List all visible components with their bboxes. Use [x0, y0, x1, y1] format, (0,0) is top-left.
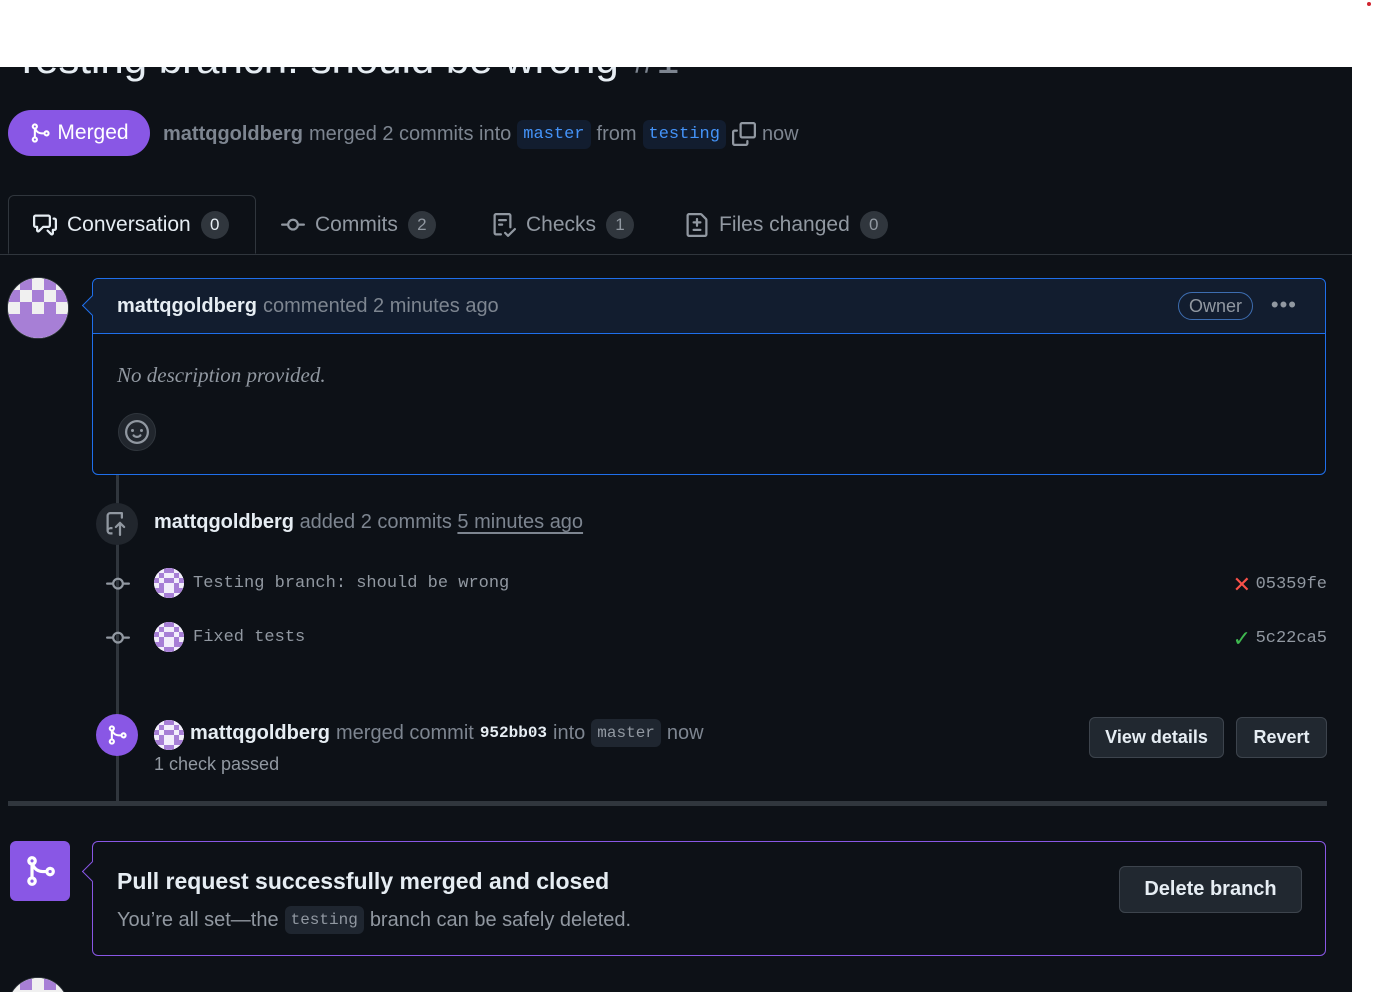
view-details-button[interactable]: View details — [1089, 717, 1224, 758]
check-icon[interactable]: ✓ — [1233, 626, 1251, 652]
tab-conversation-label: Conversation — [67, 212, 191, 236]
subtitle-prefix: You’re all set—the — [117, 908, 279, 931]
push-action: added 2 commits — [299, 511, 452, 533]
comment-header: mattqgoldberg commented 2 minutes ago — [93, 279, 1325, 334]
pr-action-text: merged 2 commits into — [309, 122, 512, 145]
head-branch[interactable]: testing — [642, 119, 726, 149]
checklist-icon — [493, 212, 516, 237]
tab-checks-label: Checks — [526, 212, 597, 236]
merge-icon — [108, 725, 127, 745]
avatar[interactable] — [154, 720, 184, 750]
tab-commits-count: 2 — [407, 210, 436, 239]
base-branch[interactable]: master — [517, 119, 591, 149]
tab-checks[interactable]: Checks 1 — [492, 195, 635, 254]
merge-target-branch[interactable]: master — [591, 719, 661, 747]
pr-title: Testing branch: should be wrong #1 — [14, 67, 679, 85]
avatar[interactable] — [154, 568, 184, 598]
pr-title-text: Testing branch: should be wrong — [14, 67, 619, 82]
push-time-link[interactable]: 5 minutes ago — [457, 511, 583, 533]
merge-sha-link[interactable]: 952bb03 — [480, 724, 547, 742]
list-item: Testing branch: should be wrong ✕ 05359f… — [100, 568, 1327, 600]
tab-checks-count: 1 — [606, 210, 635, 239]
merged-label: Merged — [57, 121, 129, 144]
merge-status-subtitle: You’re all set—the testing branch can be… — [117, 906, 631, 934]
owner-badge: Owner — [1177, 292, 1253, 320]
commit-message-link[interactable]: Fixed tests — [193, 628, 305, 647]
pr-author-link[interactable]: mattqgoldberg — [163, 123, 303, 146]
subtitle-suffix: branch can be safely deleted. — [369, 908, 632, 931]
tab-commits-label: Commits — [315, 212, 398, 236]
delete-branch-button[interactable]: Delete branch — [1119, 866, 1302, 913]
add-reaction-button[interactable] — [118, 413, 156, 451]
merge-into-text: into — [553, 721, 586, 744]
merge-status-box: Pull request successfully merged and clo… — [81, 841, 1326, 956]
commit-sha-link[interactable]: 5c22ca5 — [1256, 629, 1327, 648]
commit-icon — [106, 631, 130, 644]
merge-box-pointer — [81, 860, 104, 883]
from-text: from — [596, 122, 637, 145]
tab-conversation[interactable]: Conversation 0 — [8, 195, 256, 254]
pr-meta: mattqgoldberg merged 2 commits into mast… — [163, 117, 799, 151]
list-item: Fixed tests ✓ 5c22ca5 — [100, 622, 1327, 654]
merge-icon — [27, 856, 55, 886]
avatar[interactable] — [154, 622, 184, 652]
smiley-icon — [125, 420, 149, 444]
pr-page: Testing branch: should be wrong #1 Merged… — [0, 67, 1352, 992]
kebab-horizontal-icon[interactable]: ••• — [1271, 292, 1297, 318]
push-author[interactable]: mattqgoldberg — [154, 511, 294, 533]
commit-sha-link[interactable]: 05359fe — [1256, 575, 1327, 594]
pr-tabs: Conversation 0 Commits 2 Checks 1 Files … — [0, 195, 1352, 255]
merge-action: merged commit — [336, 721, 474, 744]
pr-number: #1 — [633, 67, 680, 82]
tab-files-count: 0 — [859, 210, 888, 239]
merged-state-badge: Merged — [8, 110, 150, 156]
copy-icon[interactable] — [731, 122, 756, 146]
deletable-branch[interactable]: testing — [284, 906, 364, 934]
tab-commits[interactable]: Commits 2 — [281, 195, 436, 254]
merged-status-icon — [10, 841, 70, 901]
timeline-separator — [8, 801, 1327, 806]
commit-icon — [281, 218, 305, 231]
avatar[interactable] — [8, 978, 68, 992]
revert-button[interactable]: Revert — [1236, 717, 1327, 758]
merge-author[interactable]: mattqgoldberg — [190, 722, 330, 745]
pr-time: now — [761, 122, 799, 145]
push-event-text: mattqgoldberg added 2 commits 5 minutes … — [154, 511, 583, 534]
merge-status-title: Pull request successfully merged and clo… — [117, 868, 610, 894]
conversation-icon — [33, 214, 57, 235]
comment-meta[interactable]: commented 2 minutes ago — [263, 295, 499, 318]
tab-conversation-count: 0 — [200, 210, 229, 239]
commit-message-link[interactable]: Testing branch: should be wrong — [193, 574, 509, 593]
file-diff-icon — [686, 212, 708, 237]
avatar[interactable] — [8, 278, 68, 338]
merge-event-text: mattqgoldberg merged commit 952bb03 into… — [190, 719, 704, 747]
tab-files-label: Files changed — [719, 212, 850, 236]
pr-description-comment: mattqgoldberg commented 2 minutes ago Ow… — [81, 278, 1326, 475]
merge-icon — [32, 123, 51, 143]
check-status-text: 1 check passed — [154, 754, 280, 774]
identicon-avatar — [8, 278, 68, 338]
x-icon[interactable]: ✕ — [1233, 572, 1251, 598]
tab-files-changed[interactable]: Files changed 0 — [685, 195, 888, 254]
merge-time[interactable]: now — [667, 722, 704, 745]
indicator-dot — [1367, 2, 1371, 6]
merge-event-icon — [96, 714, 138, 756]
comment-author[interactable]: mattqgoldberg — [117, 295, 257, 318]
comment-body: No description provided. — [117, 363, 326, 387]
repo-push-icon — [96, 503, 138, 545]
browser-top-area — [0, 0, 1374, 67]
commit-icon — [106, 577, 130, 590]
